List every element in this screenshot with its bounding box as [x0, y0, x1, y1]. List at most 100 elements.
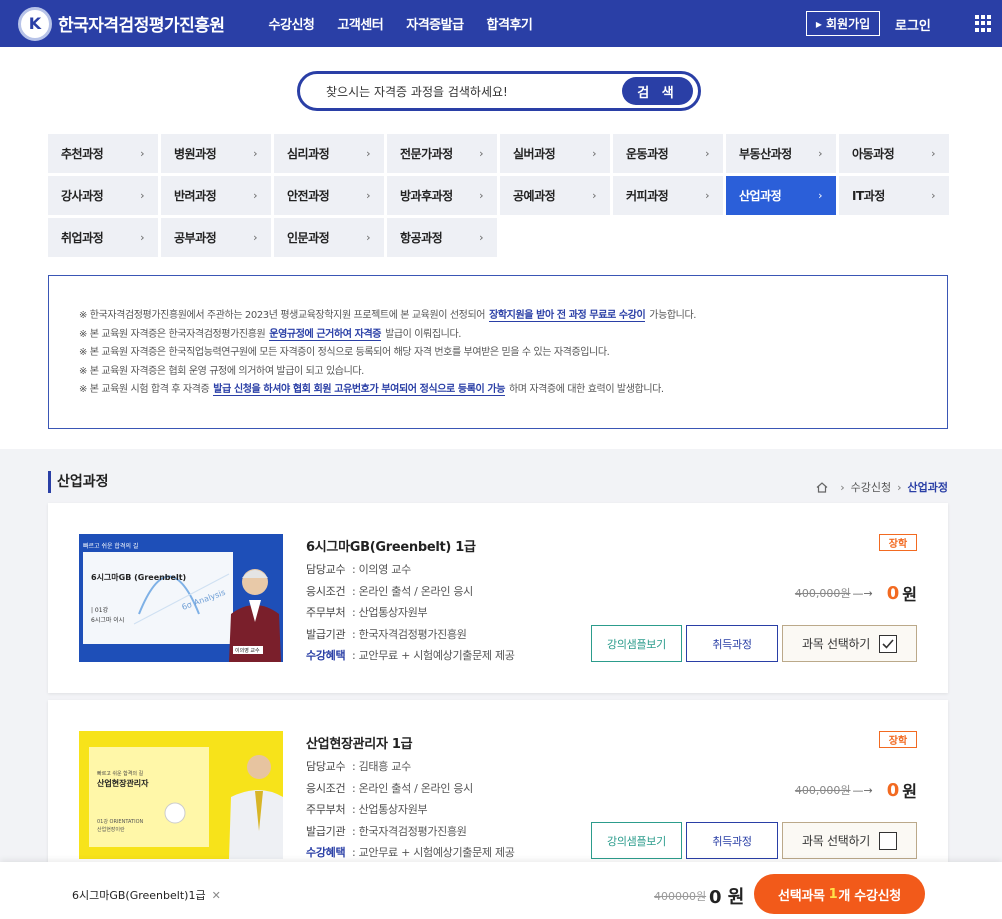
course-info: 담당교수: 김태흥 교수 응시조건: 온라인 출석 / 온라인 응시 주무부처:…	[306, 756, 515, 864]
category-tab[interactable]: 심리과정 ›	[274, 134, 384, 173]
category-tab[interactable]: 반려과정 ›	[161, 176, 271, 215]
category-label: 반려과정	[174, 189, 217, 203]
category-tab[interactable]: 전문가과정 ›	[387, 134, 497, 173]
chevron-right-icon: ›	[592, 147, 596, 160]
thumb-tag: 빠르고 쉬운 합격의 길	[97, 770, 144, 777]
chevron-right-icon: ›	[818, 189, 822, 202]
info-professor: 담당교수: 이의영 교수	[306, 563, 411, 576]
home-icon[interactable]	[816, 481, 828, 493]
category-label: 강사과정	[61, 189, 104, 203]
chevron-right-icon: ›	[253, 189, 257, 202]
category-label: 항공과정	[400, 231, 443, 245]
info-professor: 담당교수: 김태흥 교수	[306, 760, 411, 773]
remove-icon[interactable]: ✕	[212, 889, 221, 902]
category-tab[interactable]: 커피과정 ›	[613, 176, 723, 215]
notice-line: ※ 한국자격검정평가진흥원에서 주관하는 2023년 평생교육장학지원 프로젝트…	[79, 307, 947, 326]
category-tab[interactable]: 운동과정 ›	[613, 134, 723, 173]
selected-course-chip: 6시그마GB(Greenbelt)1급 ✕	[72, 887, 221, 903]
course-title[interactable]: 6시그마GB(Greenbelt) 1급	[306, 536, 476, 555]
notice-highlight: 발급 신청을 하셔야 협회 회원 고유번호가 부여되어 정식으로 등록이 가능	[213, 384, 505, 396]
chevron-right-icon: ›	[366, 189, 370, 202]
logo-emblem: K	[18, 6, 52, 41]
main-nav: 수강신청 고객센터 자격증발급 합격후기	[269, 14, 556, 33]
select-course-button[interactable]: 과목 선택하기	[782, 625, 917, 662]
course-thumbnail[interactable]: 빠르고 쉬운 합격의 길 산업현장관리자 01강 ORIENTATION 산업현…	[79, 731, 283, 859]
search-button[interactable]: 검 색	[622, 77, 693, 105]
login-link[interactable]: 로그인	[895, 15, 931, 34]
category-tab[interactable]: 추천과정 ›	[48, 134, 158, 173]
nav-support[interactable]: 고객센터	[337, 14, 383, 33]
category-tab[interactable]: 안전과정 ›	[274, 176, 384, 215]
category-tab[interactable]: 방과후과정 ›	[387, 176, 497, 215]
enroll-label: 선택과목	[778, 888, 825, 904]
notice-text: ※ 본 교육원 자격증은 협회 운영 규정에 의거하여 발급이 되고 있습니다.	[79, 365, 364, 377]
notice-box: ※ 한국자격검정평가진흥원에서 주관하는 2023년 평생교육장학지원 프로젝트…	[48, 275, 948, 429]
scholarship-badge: 장학	[879, 534, 917, 551]
category-tab[interactable]: IT과정 ›	[839, 176, 949, 215]
thumb-sub2: 산업현장이란	[97, 826, 125, 833]
arrow-right-icon: —→	[852, 586, 873, 600]
notice-text: ※ 한국자격검정평가진흥원에서 주관하는 2023년 평생교육장학지원 프로젝트…	[79, 310, 486, 321]
search-input[interactable]: 찾으시는 자격증 과정을 검색하세요!	[326, 83, 622, 100]
category-tab[interactable]: 산업과정 ›	[726, 176, 836, 215]
info-condition: 응시조건: 온라인 출석 / 온라인 응시	[306, 584, 473, 598]
category-tab[interactable]: 인문과정 ›	[274, 218, 384, 257]
breadcrumb-enroll[interactable]: 수강신청	[851, 479, 891, 495]
chevron-right-icon: ›	[479, 189, 483, 202]
select-course-label: 과목 선택하기	[802, 834, 870, 848]
chevron-right-icon: ›	[479, 231, 483, 244]
scholarship-badge: 장학	[879, 731, 917, 748]
acquisition-process-button[interactable]: 취득과정	[686, 822, 778, 859]
price: 400,000원 —→ 0 원	[795, 778, 917, 802]
notice-highlight: 장학지원을 받아 전 과정 무료로 수강이	[489, 310, 646, 322]
category-tab[interactable]: 실버과정 ›	[500, 134, 610, 173]
course-title[interactable]: 산업현장관리자 1급	[306, 733, 413, 752]
category-tab[interactable]: 아동과정 ›	[839, 134, 949, 173]
acquisition-process-button[interactable]: 취득과정	[686, 625, 778, 662]
category-tab[interactable]: 부동산과정 ›	[726, 134, 836, 173]
enroll-label-suffix: 개 수강신청	[838, 888, 901, 904]
select-course-button[interactable]: 과목 선택하기	[782, 822, 917, 859]
category-label: 취업과정	[61, 231, 104, 245]
logo-letter: K	[28, 14, 42, 33]
course-thumbnail[interactable]: 6σ Analysis 빠르고 쉬운 합격의 길 6시그마GB (Greenbe…	[79, 534, 283, 662]
sample-lecture-button[interactable]: 강의샘플보기	[591, 822, 682, 859]
site-name: 한국자격검정평가진흥원	[58, 16, 225, 36]
notice-text: 하며 자격증에 대한 효력이 발생합니다.	[509, 384, 664, 395]
info-ministry: 주무부처: 산업통상자원부	[306, 803, 428, 816]
thumb-sub: | 01강	[91, 606, 109, 614]
join-button[interactable]: ▸ 회원가입	[806, 11, 880, 36]
category-tab[interactable]: 취업과정 ›	[48, 218, 158, 257]
category-label: 커피과정	[626, 189, 669, 203]
category-tab[interactable]: 공부과정 ›	[161, 218, 271, 257]
chevron-right-icon: ›	[705, 147, 709, 160]
nav-enroll[interactable]: 수강신청	[269, 14, 315, 33]
category-tab[interactable]: 공예과정 ›	[500, 176, 610, 215]
info-issuer: 발급기관: 한국자격검정평가진흥원	[306, 824, 467, 838]
enroll-submit-button[interactable]: 선택과목 1 개 수강신청	[754, 874, 925, 914]
section-title: 산업과정	[48, 471, 109, 493]
notice-highlight: 운영규정에 근거하여 자격증	[269, 328, 382, 341]
sample-lecture-button[interactable]: 강의샘플보기	[591, 625, 682, 662]
original-price: 400,000원	[794, 587, 851, 600]
breadcrumb-current: 산업과정	[907, 481, 948, 494]
nav-reviews[interactable]: 합격후기	[487, 14, 533, 33]
course-info: 담당교수: 이의영 교수 응시조건: 온라인 출석 / 온라인 응시 주무부처:…	[306, 559, 515, 667]
course-checkbox[interactable]	[878, 831, 897, 850]
chevron-right-icon: ›	[479, 147, 483, 160]
notice-line: ※ 본 교육원 자격증은 한국자격검정평가진흥원 운영규정에 근거하여 자격증 발급…	[79, 326, 947, 345]
nav-certificate[interactable]: 자격증발급	[406, 14, 464, 33]
all-menu-icon[interactable]	[975, 15, 992, 32]
notice-line: ※ 본 교육원 시험 합격 후 자격증 발급 신청을 하셔야 협회 회원 고유번호…	[79, 381, 947, 400]
chevron-right-icon: ›	[897, 480, 902, 494]
chevron-right-icon: ›	[840, 480, 845, 494]
chevron-right-icon: ›	[253, 147, 257, 160]
site-logo[interactable]: K 한국자격검정평가진흥원	[18, 6, 225, 41]
course-checkbox[interactable]	[878, 634, 897, 653]
category-tab[interactable]: 항공과정 ›	[387, 218, 497, 257]
price: 400,000원 —→ 0 원	[795, 581, 917, 605]
top-header: K 한국자격검정평가진흥원 수강신청 고객센터 자격증발급 합격후기 ▸ 회원가…	[0, 0, 1002, 47]
category-tab[interactable]: 병원과정 ›	[161, 134, 271, 173]
category-tab[interactable]: 강사과정 ›	[48, 176, 158, 215]
info-condition: 응시조건: 온라인 출석 / 온라인 응시	[306, 781, 473, 795]
